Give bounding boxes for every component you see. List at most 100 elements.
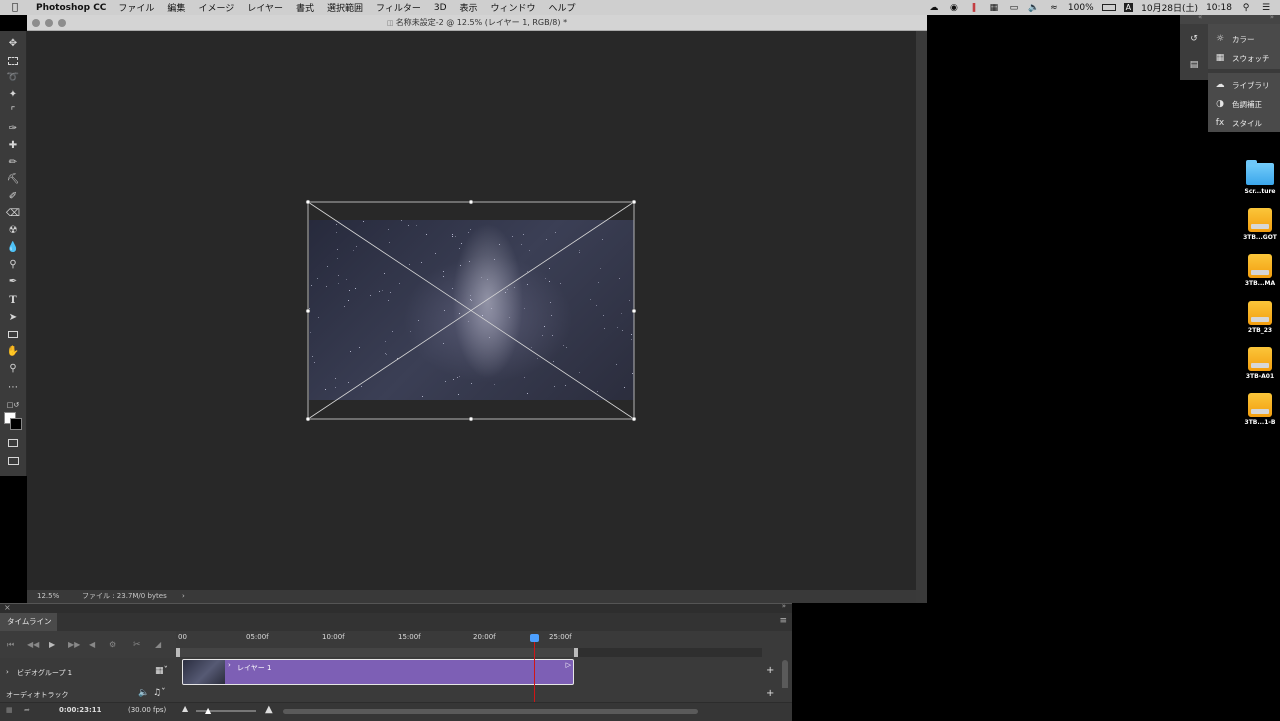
desktop-drive-5[interactable]: 3TB...1-B xyxy=(1240,393,1280,426)
zoom-out-mountain-icon[interactable]: ▲ xyxy=(182,704,188,713)
type-tool-icon[interactable]: T xyxy=(4,293,22,308)
menu-file[interactable]: ファイル xyxy=(118,1,154,14)
next-frame-icon[interactable]: ▶▶ xyxy=(68,640,80,649)
clip-chevron-icon[interactable]: › xyxy=(228,661,231,669)
render-video-icon[interactable]: ➦ xyxy=(24,706,30,714)
document-title-bar[interactable]: ◫ 名称未設定-2 @ 12.5% (レイヤー 1, RGB/8) * xyxy=(27,15,927,31)
tab-timeline[interactable]: タイムライン xyxy=(0,613,57,631)
timeline-header-strip[interactable]: × » xyxy=(0,602,792,613)
paint-bucket-tool-icon[interactable]: ☢ xyxy=(4,223,22,238)
history-panel-icon[interactable]: ↺ xyxy=(1188,33,1200,45)
sync-icon[interactable]: ◉ xyxy=(948,3,960,13)
creative-cloud-icon[interactable]: ☁ xyxy=(928,3,940,13)
crop-tool-icon[interactable]: ⌜ xyxy=(4,104,22,119)
menu-3d[interactable]: 3D xyxy=(434,3,447,13)
timeline-ruler[interactable]: 00 05:00f 10:00f 15:00f 20:00f 25:00f xyxy=(176,631,762,658)
parallels-icon[interactable]: ‖ xyxy=(968,3,980,13)
zoom-slider-thumb[interactable]: ▲ xyxy=(205,706,211,715)
menu-view[interactable]: 表示 xyxy=(460,1,478,14)
menu-window[interactable]: ウィンドウ xyxy=(491,1,536,14)
mute-audio-icon[interactable]: ◀ xyxy=(89,640,95,649)
work-area-start-handle[interactable] xyxy=(176,648,180,657)
minimize-window-button[interactable] xyxy=(45,19,53,27)
add-audio-plus-icon[interactable]: + xyxy=(766,688,774,699)
panel-item-libraries[interactable]: ☁ ライブラリ xyxy=(1214,77,1270,93)
transition-icon[interactable]: ◢ xyxy=(155,640,161,649)
pen-tool-icon[interactable]: ✒ xyxy=(4,274,22,289)
spotlight-icon[interactable]: ⚲ xyxy=(1240,3,1252,13)
eyedropper-tool-icon[interactable]: ✑ xyxy=(4,121,22,136)
desktop-drive-4[interactable]: 3TB-A01 xyxy=(1240,347,1280,380)
work-area-end-handle[interactable] xyxy=(574,648,578,657)
notification-center-icon[interactable]: ☰ xyxy=(1260,3,1272,13)
status-menu-chevron-icon[interactable]: › xyxy=(182,590,185,603)
panel-item-swatches[interactable]: ▦ スウォッチ xyxy=(1214,50,1270,66)
panel-item-color[interactable]: ☼ カラー xyxy=(1214,31,1255,47)
speaker-icon[interactable]: 🔈 xyxy=(138,688,149,698)
eraser-tool-icon[interactable]: ⌫ xyxy=(4,206,22,221)
panel-menu-icon[interactable]: ≡ xyxy=(779,616,787,626)
menu-edit[interactable]: 編集 xyxy=(167,1,185,14)
dodge-tool-icon[interactable]: ⚲ xyxy=(4,257,22,272)
move-tool-icon[interactable]: ✥ xyxy=(4,36,22,51)
zoom-level[interactable]: 12.5% xyxy=(37,590,59,603)
clone-stamp-tool-icon[interactable]: ⛏ xyxy=(4,172,22,187)
marquee-tool-icon[interactable] xyxy=(4,53,22,68)
play-icon[interactable]: ▶ xyxy=(49,640,55,649)
lasso-tool-icon[interactable]: ➰ xyxy=(4,70,22,85)
expand-dock-icon[interactable]: » xyxy=(1270,13,1274,21)
wifi-icon[interactable]: ≈ xyxy=(1048,3,1060,13)
expand-track-chevron-icon[interactable]: › xyxy=(6,668,9,676)
canvas-image[interactable] xyxy=(309,220,634,400)
blur-tool-icon[interactable]: 💧 xyxy=(4,240,22,255)
desktop-drive-1[interactable]: 3TB...GOT xyxy=(1240,208,1280,241)
airplay-icon[interactable]: ▭ xyxy=(1008,3,1020,13)
video-clip[interactable]: › レイヤー 1 ▷ xyxy=(182,659,574,685)
timeline-horizontal-scrollbar[interactable] xyxy=(283,709,698,714)
rectangle-tool-icon[interactable] xyxy=(4,327,22,342)
battery-icon[interactable] xyxy=(1101,4,1116,11)
menu-app-name[interactable]: Photoshop CC xyxy=(36,3,106,13)
split-scissors-icon[interactable]: ✂ xyxy=(133,640,141,650)
menu-image[interactable]: イメージ xyxy=(198,1,234,14)
menu-time[interactable]: 10:18 xyxy=(1206,3,1232,13)
background-color-swatch[interactable] xyxy=(10,418,22,430)
close-panel-icon[interactable]: × xyxy=(4,603,11,612)
panel-dock-header[interactable]: « » xyxy=(1180,13,1280,24)
zoom-window-button[interactable] xyxy=(58,19,66,27)
menu-type[interactable]: 書式 xyxy=(296,1,314,14)
work-area-range[interactable] xyxy=(176,648,576,657)
close-window-button[interactable] xyxy=(32,19,40,27)
volume-icon[interactable]: 🔈 xyxy=(1028,3,1040,13)
menu-help[interactable]: ヘルプ xyxy=(549,1,576,14)
desktop-drive-3[interactable]: 2TB_23 xyxy=(1240,301,1280,334)
healing-brush-tool-icon[interactable]: ✚ xyxy=(4,138,22,153)
panel-item-adjustments[interactable]: ◑ 色調補正 xyxy=(1214,96,1262,112)
properties-panel-icon[interactable]: ▤ xyxy=(1188,59,1200,71)
desktop-drive-2[interactable]: 3TB...MA xyxy=(1240,254,1280,287)
brush-tool-icon[interactable]: ✏ xyxy=(4,155,22,170)
quick-mask-icon[interactable] xyxy=(4,435,22,450)
go-to-first-frame-icon[interactable]: ⏮ xyxy=(7,640,14,650)
playhead-handle[interactable] xyxy=(530,634,539,642)
magic-wand-tool-icon[interactable]: ✦ xyxy=(4,87,22,102)
swap-colors-icon[interactable]: □↺ xyxy=(4,397,22,412)
add-media-plus-icon[interactable]: + xyxy=(766,665,774,676)
input-source-icon[interactable]: A xyxy=(1123,3,1134,12)
film-strip-icon[interactable]: ▦ˇ xyxy=(155,666,168,676)
work-area-bar[interactable] xyxy=(176,648,762,657)
menu-date[interactable]: 10月28日(土) xyxy=(1141,1,1198,14)
convert-frame-animation-icon[interactable]: ▦ xyxy=(6,706,13,714)
menu-extra-icon[interactable]: ▦ xyxy=(988,3,1000,13)
previous-frame-icon[interactable]: ◀◀ xyxy=(27,640,39,649)
more-tools-icon[interactable]: ⋯ xyxy=(4,380,22,395)
panel-item-styles[interactable]: fx スタイル xyxy=(1214,115,1262,131)
clip-end-marker-icon[interactable]: ▷ xyxy=(566,661,571,669)
vertical-scrollbar[interactable] xyxy=(916,31,927,603)
hand-tool-icon[interactable]: ✋ xyxy=(4,344,22,359)
zoom-in-mountain-icon[interactable]: ▲ xyxy=(265,704,273,715)
menu-select[interactable]: 選択範囲 xyxy=(327,1,363,14)
collapse-panel-icon[interactable]: » xyxy=(782,602,786,610)
menu-filter[interactable]: フィルター xyxy=(376,1,421,14)
collapse-dock-icon[interactable]: « xyxy=(1198,13,1202,21)
